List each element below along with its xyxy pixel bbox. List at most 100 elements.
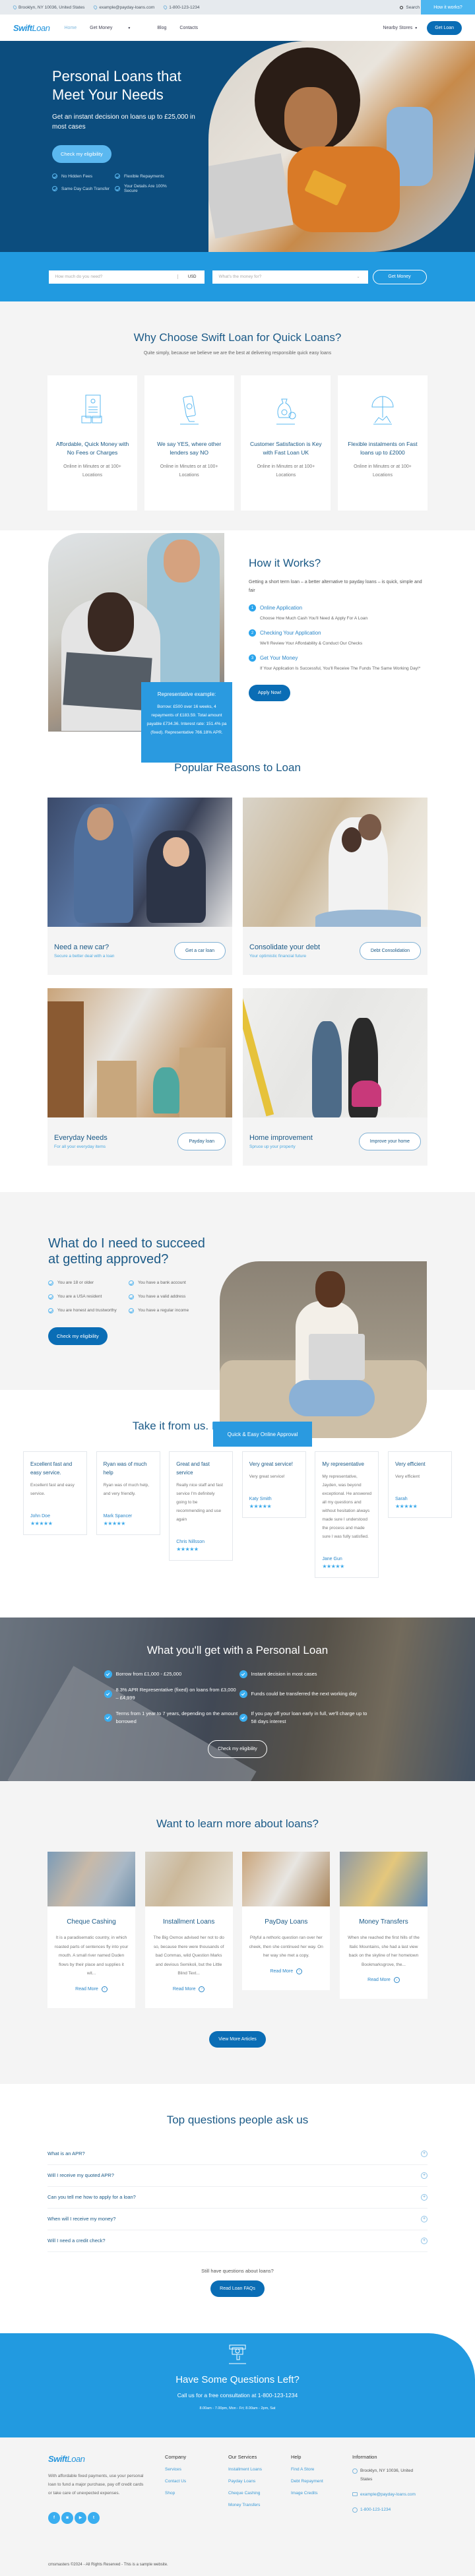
search-icon [400, 5, 404, 9]
footer-link[interactable]: Shop [165, 2491, 186, 2496]
plus-circle-icon[interactable]: + [421, 2172, 428, 2179]
view-more-articles-button[interactable]: View More Articles [209, 2030, 266, 2048]
testimonial-card: Excellent fast and easy service. Excellen… [23, 1451, 87, 1535]
faq-item[interactable]: What is an APR? + [48, 2143, 428, 2165]
faq-item[interactable]: When will I receive my money? + [48, 2209, 428, 2230]
section-lead: Quite simply, because we believe we are … [143, 351, 332, 356]
number-spinner[interactable] [177, 274, 179, 279]
nearby-stores-dropdown[interactable]: Nearby Stores ▼ [383, 26, 418, 30]
phone-info[interactable]: 1-800-123-1234 [162, 5, 200, 10]
plus-circle-icon[interactable]: + [421, 2237, 428, 2244]
read-more-link[interactable]: Read More › [270, 1968, 303, 1974]
star-icon: ★ [176, 1546, 181, 1552]
requirement-item: You are honest and trustworthy [48, 1307, 129, 1314]
section-title: Top questions people ask us [166, 2113, 309, 2126]
nav-item-get-money[interactable]: Get Money ▼ [90, 26, 144, 30]
benefit-item: Instant decision in most cases [239, 1670, 371, 1678]
star-icon: ★ [404, 1503, 408, 1509]
star-rating: ★★★★★ [176, 1546, 226, 1552]
read-more-link[interactable]: Read More › [367, 1977, 400, 1983]
faq-item[interactable]: Will I need a credit check? + [48, 2230, 428, 2252]
address-info: Brooklyn, NY 10036, United States [12, 5, 84, 10]
reviewer-name: Katy Smith [249, 1497, 272, 1501]
check-eligibility-button[interactable]: Check my eligibility [208, 1740, 267, 1758]
article-image [144, 1852, 233, 1906]
benefits-section: What you'll get with a Personal Loan Bor… [0, 1618, 475, 1781]
article-card: Cheque Cashing It is a paradisematic cou… [48, 1852, 135, 2008]
amount-input[interactable]: How much do you need? USD [48, 270, 205, 284]
search-button[interactable]: Search [400, 5, 420, 10]
footer-link[interactable]: Find A Store [291, 2467, 323, 2472]
check-eligibility-button[interactable]: Check my eligibility [48, 1327, 108, 1345]
footer-link[interactable]: Payday Loans [228, 2479, 262, 2484]
footer-link[interactable]: Money Transfers [228, 2503, 262, 2507]
check-icon [239, 1714, 247, 1722]
testimonial-card: Great and fast service Really nice staff … [169, 1451, 234, 1561]
benefit-item: Terms from 1 year to 7 years, depending … [104, 1710, 239, 1726]
footer-link[interactable]: Debt Repayment [291, 2479, 323, 2484]
location-icon [92, 5, 98, 10]
debt-consolidation-button[interactable]: Debt Consolidation [359, 942, 421, 960]
nav-item-contacts[interactable]: Contacts [179, 26, 198, 30]
instagram-icon[interactable]: ◙ [61, 2511, 73, 2524]
star-icon: ★ [180, 1546, 185, 1552]
painting-photo [243, 988, 428, 1117]
reason-card: Everyday Needs For all your everyday item… [48, 988, 232, 1166]
facebook-icon[interactable]: f [48, 2511, 60, 2524]
hero-features: No Hidden Fees Flexible Repayments Same … [52, 173, 197, 193]
plus-circle-icon[interactable]: + [421, 2193, 428, 2201]
apply-now-button[interactable]: Apply Now! [249, 685, 291, 701]
star-icon: ★ [193, 1546, 199, 1552]
nav-item-home[interactable]: Home [64, 26, 77, 30]
footer-link[interactable]: Cheque Cashing [228, 2491, 262, 2496]
location-icon [162, 5, 168, 10]
read-more-link[interactable]: Read More › [173, 1986, 205, 1992]
how-it-works-section: Representative example: Borrow: £500 ove… [0, 530, 475, 763]
star-icon: ★ [408, 1503, 413, 1509]
logo[interactable]: SwiftLoan [13, 23, 50, 33]
footer-link[interactable]: Image Credits [291, 2491, 323, 2496]
payday-loan-button[interactable]: Payday loan [177, 1133, 226, 1150]
faq-item[interactable]: Will I receive my quoted APR? + [48, 2165, 428, 2187]
read-more-link[interactable]: Read More › [75, 1986, 108, 1992]
plus-circle-icon[interactable]: + [421, 2150, 428, 2157]
top-bar: Brooklyn, NY 10036, United States exampl… [0, 0, 475, 15]
improve-home-button[interactable]: Improve your home [358, 1133, 421, 1150]
cta-title: Have Some Questions Left? [175, 2373, 300, 2385]
article-card: Installment Loans The Big Oxmox advised … [144, 1852, 233, 2008]
representative-example: Representative example: Borrow: £500 ove… [141, 682, 232, 763]
nav-item-blog[interactable]: Blog [157, 26, 166, 30]
youtube-icon[interactable]: ▶ [75, 2511, 86, 2524]
article-image [48, 1852, 135, 1906]
footer-company: Company Services Contact Us Shop [165, 2453, 187, 2496]
star-icon: ★ [267, 1503, 272, 1509]
cta-hours: 8.00am - 7.00pm, Mon - Fri; 8.00am - 2pm… [199, 2406, 276, 2410]
why-card: Flexible instalments on Fast loans up to… [337, 375, 428, 511]
footer-about: SwiftLoan With affordable fixed payments… [48, 2454, 144, 2524]
check-eligibility-button[interactable]: Check my eligibility [52, 145, 111, 163]
plus-circle-icon[interactable]: + [421, 2215, 428, 2222]
couple-photo [243, 798, 428, 927]
woman-laptop-photo [220, 1261, 427, 1438]
footer-phone[interactable]: 1-800-123-1234 [352, 2505, 418, 2514]
requirements-content: What do I need to succeed at getting app… [48, 1236, 213, 1345]
footer-email[interactable]: example@payday-loans.com [352, 2490, 418, 2499]
section-title: Want to learn more about loans? [156, 1817, 319, 1830]
reviewer-name: John Doe [30, 1514, 50, 1519]
email-info[interactable]: example@payday-loans.com [92, 5, 154, 10]
faq-item[interactable]: Can you tell me how to apply for a loan?… [48, 2187, 428, 2209]
footer-link[interactable]: Services [165, 2467, 186, 2472]
how-it-works-button[interactable]: How it works? [421, 0, 475, 15]
car-loan-button[interactable]: Get a car loan [174, 942, 226, 960]
check-icon [104, 1714, 112, 1722]
footer-link[interactable]: Installment Loans [228, 2467, 262, 2472]
get-money-button[interactable]: Get Money [372, 269, 427, 284]
footer-link[interactable]: Contact Us [165, 2479, 186, 2484]
footer-logo[interactable]: SwiftLoan [48, 2454, 85, 2464]
twitter-icon[interactable]: t [88, 2511, 100, 2524]
get-loan-button[interactable]: Get Loan [427, 20, 462, 35]
reviewer-name: Sarah [395, 1497, 408, 1501]
read-faqs-button[interactable]: Read Loan FAQs [210, 2280, 265, 2297]
requirement-item: You have a bank account [129, 1279, 209, 1286]
purpose-select[interactable]: What's the money for? ⌄ [212, 270, 368, 284]
